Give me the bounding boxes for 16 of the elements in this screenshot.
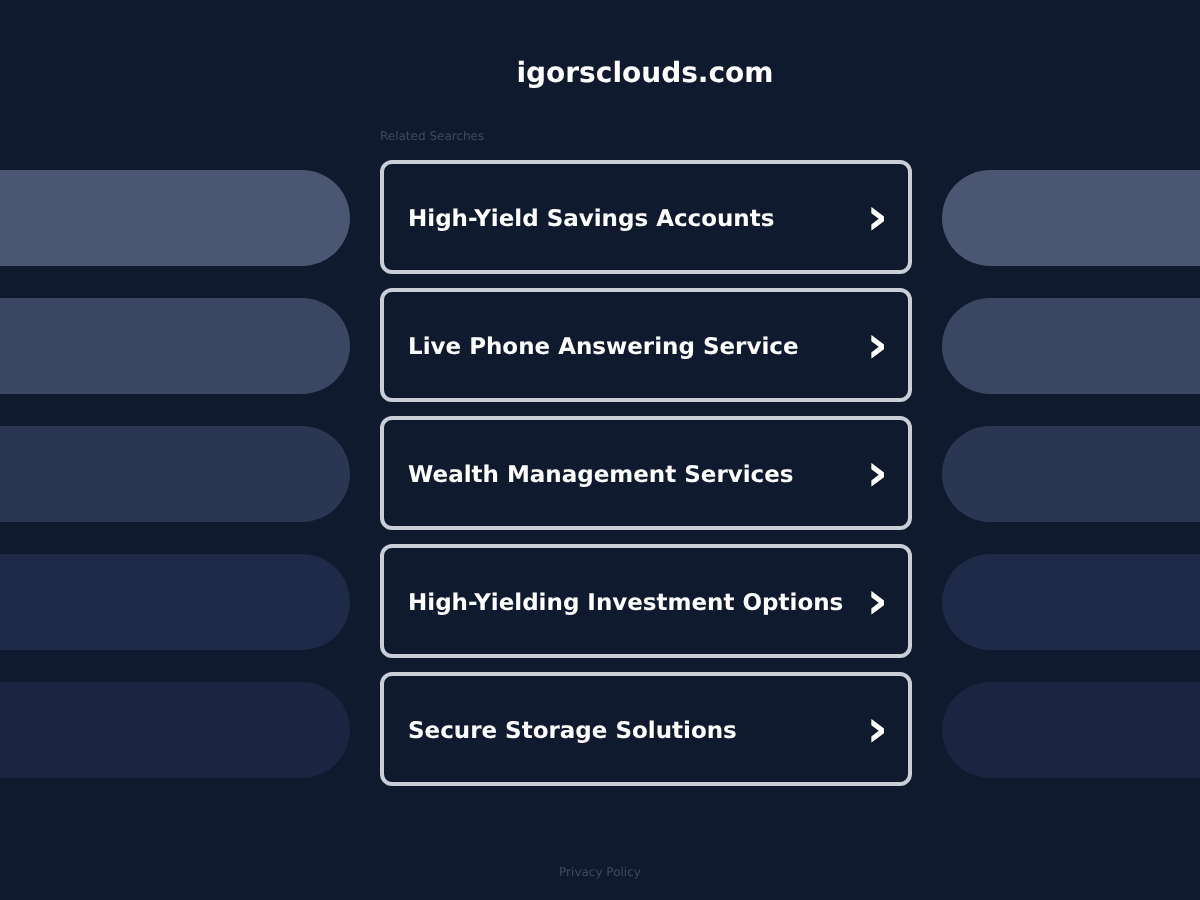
search-link-button[interactable]: Wealth Management Services ›	[380, 416, 912, 530]
link-label: Secure Storage Solutions	[408, 715, 737, 743]
chevron-icon: ›	[866, 581, 888, 621]
chevron-icon: ›	[866, 325, 888, 365]
chevron-icon: ›	[866, 453, 888, 493]
link-label: High-Yield Savings Accounts	[408, 203, 775, 231]
chevron-icon: ›	[866, 197, 888, 237]
search-link-button[interactable]: High-Yielding Investment Options ›	[380, 544, 912, 658]
link-label: Live Phone Answering Service	[408, 331, 799, 359]
chevron-icon: ›	[866, 709, 888, 749]
search-link-button[interactable]: Secure Storage Solutions ›	[380, 672, 912, 786]
link-label: Wealth Management Services	[408, 459, 794, 487]
link-label: High-Yielding Investment Options	[408, 587, 844, 615]
search-link-button[interactable]: Live Phone Answering Service ›	[380, 288, 912, 402]
site-title: igorsclouds.com	[514, 56, 776, 94]
search-link-button[interactable]: High-Yield Savings Accounts ›	[380, 160, 912, 274]
